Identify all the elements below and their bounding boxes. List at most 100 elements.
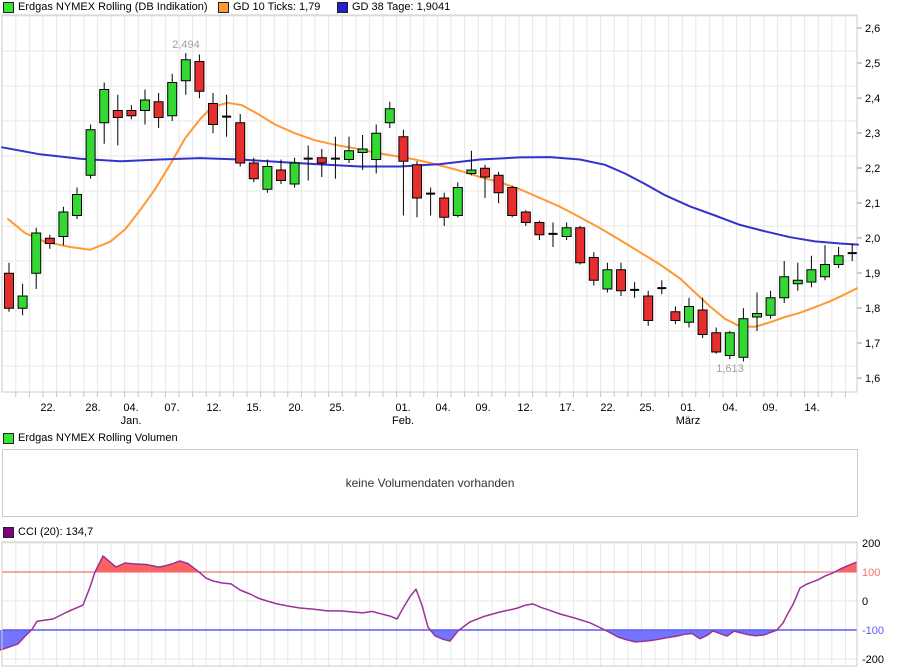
y-axis-label: 2,2 bbox=[865, 163, 880, 175]
cci-chart[interactable]: 2001000-100-200 bbox=[0, 538, 884, 666]
doji-bar bbox=[630, 289, 639, 291]
candle-body-down bbox=[521, 212, 530, 223]
candle-body-down bbox=[154, 102, 163, 118]
candle-body-down bbox=[195, 62, 204, 92]
candle bbox=[467, 151, 476, 176]
y-axis-label: 2,5 bbox=[865, 58, 880, 70]
candle bbox=[59, 207, 68, 246]
x-axis-date-label: 12. bbox=[517, 402, 532, 414]
candle-body-up bbox=[766, 298, 775, 316]
candle-body-up bbox=[345, 151, 354, 160]
price-chart[interactable]: 2,4941,6132,62,52,42,32,22,12,01,91,81,7… bbox=[2, 15, 880, 427]
candle bbox=[725, 331, 734, 359]
x-axis-date-label: 07. bbox=[164, 402, 179, 414]
candle bbox=[141, 90, 150, 125]
candle bbox=[453, 182, 462, 217]
x-axis-date-label: 09. bbox=[475, 402, 490, 414]
candle bbox=[821, 245, 830, 280]
candle-body-down bbox=[576, 228, 585, 263]
x-axis-date-label: 01. bbox=[680, 402, 695, 414]
gd38-line bbox=[2, 147, 858, 244]
candle-body-up bbox=[290, 163, 299, 184]
candle bbox=[644, 291, 653, 326]
candle-body-down bbox=[5, 273, 14, 308]
x-axis-date-label: 14. bbox=[804, 402, 819, 414]
candle-body-up bbox=[780, 277, 789, 298]
candle-body-down bbox=[249, 163, 258, 179]
gd10-legend-label: GD 10 Ticks: 1,79 bbox=[233, 1, 320, 13]
candle-body-down bbox=[535, 223, 544, 235]
x-axis-month-label: Feb. bbox=[392, 415, 414, 427]
candle bbox=[576, 226, 585, 265]
doji-bar bbox=[426, 193, 435, 195]
x-axis-date-label: 04. bbox=[435, 402, 450, 414]
candle-body-down bbox=[644, 296, 653, 321]
x-axis-date-label: 20. bbox=[288, 402, 303, 414]
candle bbox=[413, 161, 422, 217]
gd10-legend-swatch-icon bbox=[218, 2, 229, 13]
volume-panel: keine Volumendaten vorhanden bbox=[2, 449, 858, 517]
price-annotation: 1,613 bbox=[716, 363, 744, 375]
candle-body-down bbox=[277, 170, 286, 181]
y-axis-label: 1,7 bbox=[865, 338, 880, 350]
candle-body-down bbox=[113, 111, 122, 118]
candle-body-down bbox=[712, 333, 721, 352]
candle bbox=[426, 188, 435, 216]
candle bbox=[195, 55, 204, 99]
candle-body-down bbox=[671, 312, 680, 321]
y-axis-label: 2,1 bbox=[865, 198, 880, 210]
cci-axis-label: 200 bbox=[862, 538, 880, 550]
x-axis-date-label: 28. bbox=[85, 402, 100, 414]
doji-bar bbox=[657, 287, 666, 289]
x-axis-month-label: März bbox=[676, 415, 700, 427]
y-axis-label: 2,4 bbox=[865, 93, 880, 105]
instrument-legend-swatch-icon bbox=[3, 2, 14, 13]
candle-body-down bbox=[209, 104, 218, 125]
candle bbox=[739, 308, 748, 361]
candle-body-up bbox=[821, 265, 830, 277]
legend-item-cci: CCI (20): 134,7 bbox=[3, 526, 93, 538]
candle-body-up bbox=[562, 228, 571, 237]
candle bbox=[154, 93, 163, 128]
candle bbox=[236, 114, 245, 167]
doji-bar bbox=[304, 158, 313, 160]
candle bbox=[331, 137, 340, 179]
candle bbox=[494, 172, 503, 204]
candle bbox=[127, 105, 136, 119]
cci-axis-label: -200 bbox=[862, 654, 884, 666]
candle bbox=[45, 235, 54, 249]
candle-body-down bbox=[494, 175, 503, 193]
candle-body-down bbox=[127, 111, 136, 116]
gd38-legend-label: GD 38 Tage: 1,9041 bbox=[352, 1, 450, 13]
candle bbox=[562, 223, 571, 241]
candle bbox=[358, 135, 367, 170]
cci-legend-label: CCI (20): 134,7 bbox=[18, 526, 93, 538]
candle-body-up bbox=[753, 314, 762, 318]
candle bbox=[181, 53, 190, 95]
cci-axis-label: 0 bbox=[862, 596, 868, 608]
chart-canvas[interactable]: 2,4941,6132,62,52,42,32,22,12,01,91,81,7… bbox=[0, 0, 900, 670]
candle-body-up bbox=[453, 188, 462, 216]
candle bbox=[780, 261, 789, 303]
candle bbox=[263, 160, 272, 193]
candle-body-down bbox=[399, 137, 408, 162]
gd38-legend-swatch-icon bbox=[337, 2, 348, 13]
candle-body-up bbox=[18, 296, 27, 308]
candle bbox=[603, 263, 612, 293]
candle bbox=[399, 130, 408, 216]
x-axis-date-label: 25. bbox=[639, 402, 654, 414]
candle bbox=[209, 93, 218, 133]
candle-body-up bbox=[73, 195, 82, 216]
volume-legend-label: Erdgas NYMEX Rolling Volumen bbox=[18, 432, 178, 444]
candle bbox=[793, 263, 802, 291]
candle bbox=[168, 74, 177, 121]
candle-body-down bbox=[236, 123, 245, 163]
legend-item-gd38: GD 38 Tage: 1,9041 bbox=[337, 1, 450, 13]
candle-body-up bbox=[793, 280, 802, 284]
y-axis-label: 1,8 bbox=[865, 303, 880, 315]
candle-body-up bbox=[168, 83, 177, 116]
candle bbox=[440, 193, 449, 226]
candle bbox=[481, 165, 490, 198]
candle bbox=[18, 284, 27, 316]
candle-body-down bbox=[481, 168, 490, 177]
